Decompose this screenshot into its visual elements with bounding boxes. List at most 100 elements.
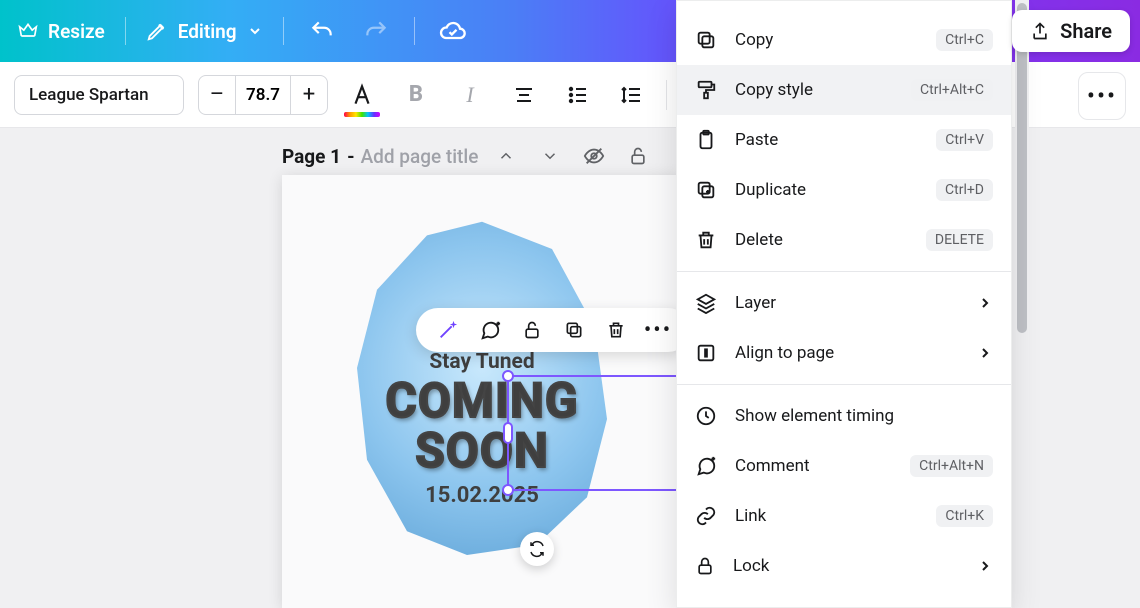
collapse-up-button[interactable]	[490, 140, 522, 172]
ctx-label: Duplicate	[735, 180, 806, 200]
clock-icon	[695, 405, 717, 427]
ctx-shortcut: Ctrl+Alt+C	[911, 79, 993, 101]
delete-element-button[interactable]	[602, 316, 630, 344]
separator	[125, 17, 126, 45]
chevron-right-icon	[977, 295, 993, 311]
scrollbar-thumb[interactable]	[1017, 3, 1027, 333]
text-color-swatch	[344, 112, 380, 117]
ctx-label: Paste	[735, 130, 778, 150]
ctx-link[interactable]: Link Ctrl+K	[677, 491, 1011, 541]
trash-icon	[695, 229, 717, 251]
lock-element-button[interactable]	[518, 316, 546, 344]
font-size-increment[interactable]: +	[291, 76, 327, 114]
align-button[interactable]	[504, 75, 544, 115]
share-label: Share	[1060, 19, 1112, 43]
font-name-select[interactable]: League Spartan	[14, 75, 184, 115]
page-title-sep: -	[347, 145, 355, 168]
editing-mode-button[interactable]: Editing	[142, 14, 267, 49]
layers-icon	[695, 292, 717, 314]
font-size-decrement[interactable]: –	[199, 76, 235, 114]
font-size-stepper[interactable]: – 78.7 +	[198, 75, 328, 115]
design-canvas[interactable]: Stay Tuned COMING SOON 15.02.2025	[282, 175, 682, 608]
visibility-button[interactable]	[578, 140, 610, 172]
ctx-label: Delete	[735, 230, 783, 250]
ctx-label: Copy style	[735, 80, 813, 100]
spacing-button[interactable]	[612, 75, 652, 115]
font-size-value[interactable]: 78.7	[235, 76, 291, 114]
ctx-layer[interactable]: Layer	[677, 278, 1011, 328]
upload-icon	[1030, 21, 1050, 41]
more-icon: •••	[1087, 82, 1117, 110]
ctx-shortcut: Ctrl+C	[936, 29, 993, 51]
pencil-icon	[146, 20, 168, 42]
ctx-label: Link	[735, 506, 766, 526]
selection-box[interactable]	[507, 375, 682, 491]
crown-icon	[18, 21, 38, 41]
page-title-input[interactable]: Add page title	[361, 145, 479, 168]
ctx-label: Layer	[735, 293, 776, 313]
ctx-delete[interactable]: Delete DELETE	[677, 215, 1011, 265]
share-button[interactable]: Share	[1012, 10, 1130, 52]
ctx-copy-style[interactable]: Copy style Ctrl+Alt+C	[677, 65, 1011, 115]
lock-page-button[interactable]	[622, 140, 654, 172]
ctx-label: Align to page	[735, 343, 834, 363]
separator	[414, 17, 415, 45]
comment-icon	[695, 455, 717, 477]
lock-icon	[695, 556, 715, 576]
toolbar-more-button[interactable]: •••	[1078, 72, 1126, 120]
duplicate-icon	[695, 179, 717, 201]
font-name-value: League Spartan	[29, 85, 149, 105]
selection-handle[interactable]	[502, 484, 514, 496]
list-button[interactable]	[558, 75, 598, 115]
magic-wand-button[interactable]	[434, 316, 462, 344]
undo-button[interactable]	[300, 14, 344, 48]
resize-label: Resize	[48, 20, 105, 43]
ctx-shortcut: Ctrl+D	[936, 179, 993, 201]
selection-handle[interactable]	[502, 370, 514, 382]
align-icon	[695, 342, 717, 364]
selection-side-handle[interactable]	[503, 422, 513, 444]
bold-button[interactable]: B	[396, 75, 436, 115]
ctx-label: Comment	[735, 456, 810, 476]
context-menu-scrollbar[interactable]	[1015, 0, 1029, 608]
link-icon	[695, 505, 717, 527]
separator	[666, 80, 667, 110]
text-stay-tuned[interactable]: Stay Tuned	[429, 350, 534, 374]
chevron-right-icon	[977, 345, 993, 361]
context-menu: Copy Ctrl+C Copy style Ctrl+Alt+C Paste …	[676, 0, 1012, 608]
comment-add-button[interactable]	[476, 316, 504, 344]
sync-element-button[interactable]	[520, 532, 554, 566]
menu-separator	[677, 384, 1011, 385]
ctx-copy[interactable]: Copy Ctrl+C	[677, 15, 1011, 65]
ctx-label: Lock	[733, 556, 769, 576]
chevron-down-icon	[247, 23, 263, 39]
ctx-label: Show element timing	[735, 406, 894, 426]
resize-button[interactable]: Resize	[14, 14, 109, 49]
ctx-shortcut: DELETE	[926, 229, 993, 251]
separator	[283, 17, 284, 45]
ctx-comment[interactable]: Comment Ctrl+Alt+N	[677, 441, 1011, 491]
cloud-sync-button[interactable]	[431, 14, 475, 48]
ctx-label: Copy	[735, 30, 773, 50]
ctx-paste[interactable]: Paste Ctrl+V	[677, 115, 1011, 165]
ctx-align[interactable]: Align to page	[677, 328, 1011, 378]
duplicate-element-button[interactable]	[560, 316, 588, 344]
ctx-shortcut: Ctrl+K	[936, 505, 993, 527]
ctx-shortcut: Ctrl+V	[936, 129, 993, 151]
editing-label: Editing	[178, 20, 237, 43]
paint-roller-icon	[695, 79, 717, 101]
ctx-duplicate[interactable]: Duplicate Ctrl+D	[677, 165, 1011, 215]
expand-down-button[interactable]	[534, 140, 566, 172]
selection-floating-toolbar: •••	[416, 308, 690, 352]
page-number-label: Page 1	[282, 145, 341, 168]
text-color-button[interactable]	[342, 75, 382, 115]
clipboard-icon	[695, 129, 717, 151]
menu-separator	[677, 271, 1011, 272]
ctx-shortcut: Ctrl+Alt+N	[910, 455, 993, 477]
copy-icon	[695, 29, 717, 51]
italic-button[interactable]: I	[450, 75, 490, 115]
redo-button[interactable]	[354, 14, 398, 48]
ctx-lock[interactable]: Lock	[677, 541, 1011, 591]
more-element-button[interactable]: •••	[644, 316, 672, 344]
ctx-timing[interactable]: Show element timing	[677, 391, 1011, 441]
